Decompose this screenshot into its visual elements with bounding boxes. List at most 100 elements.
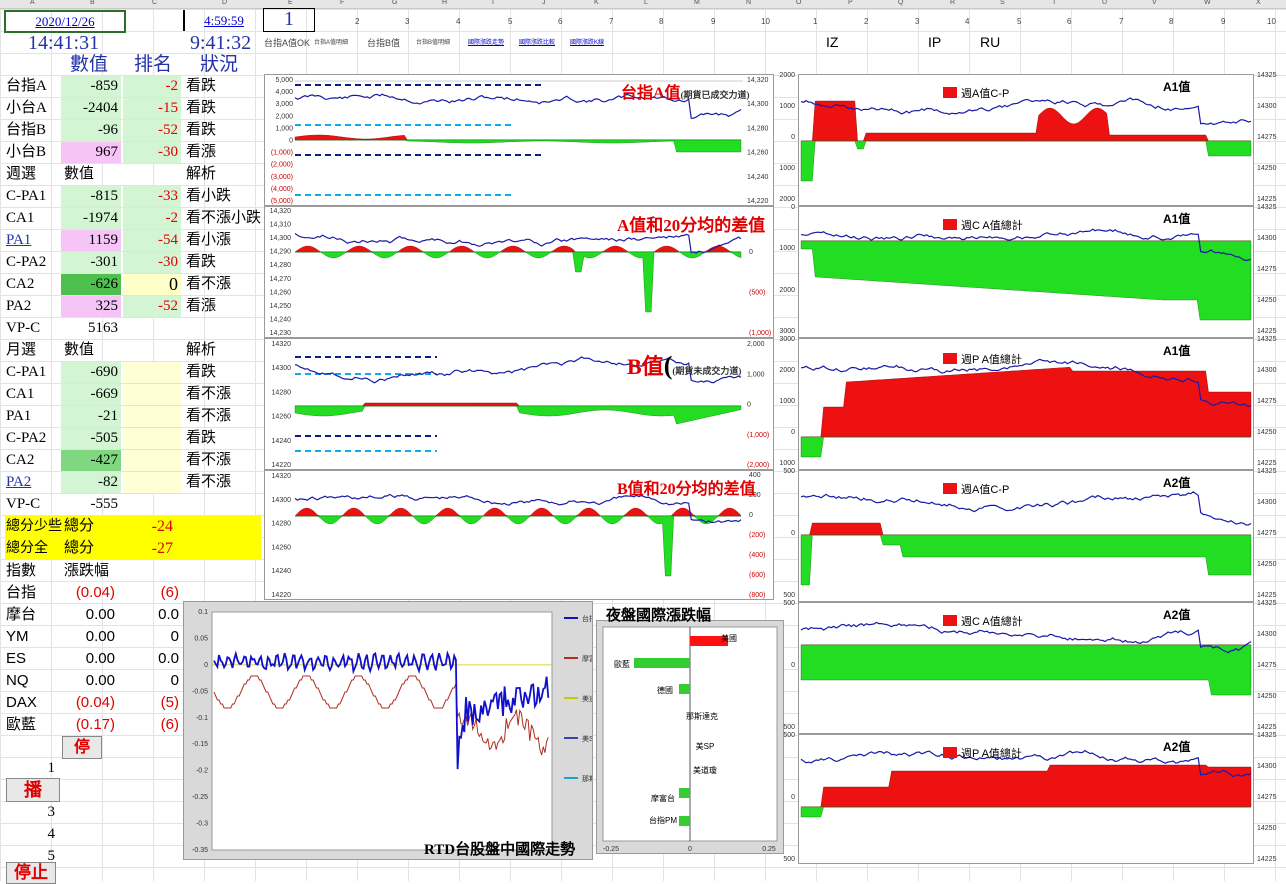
right-tick: 14325: [1257, 204, 1277, 211]
legend-swatch: [943, 87, 957, 98]
intl-header-index: 指數: [6, 562, 37, 579]
weekly-rank: 0: [123, 274, 181, 295]
monthly-value[interactable]: -82: [61, 472, 121, 493]
sheet-tab-6[interactable]: 國際漲跌K線: [570, 33, 626, 54]
col-letter-h[interactable]: H: [442, 0, 447, 6]
b-value-area-negative: [294, 405, 742, 425]
weekly-value[interactable]: -301: [61, 252, 121, 273]
row1-num: 6: [558, 17, 563, 26]
sheet-tab-2[interactable]: 台指B值: [367, 33, 415, 54]
sheet-tab-3[interactable]: 台指B值明細: [416, 33, 466, 54]
intl-name: YM: [6, 628, 29, 645]
weekly-value[interactable]: -815: [61, 186, 121, 207]
left-tick: 14,310: [270, 222, 292, 229]
col-letter-q[interactable]: Q: [898, 0, 903, 6]
right-chart-right-axis: 14325 14300 14275 14250 14225: [1257, 72, 1285, 205]
sheet-tab-4[interactable]: 國際漲跌走勢: [468, 33, 518, 54]
monthly-header-1: 數值: [64, 342, 95, 358]
col-letter-p[interactable]: P: [848, 0, 853, 6]
col-letter-a[interactable]: A: [30, 0, 35, 6]
intl-pts: 0.0: [158, 606, 179, 623]
intl-name: NQ: [6, 672, 29, 689]
right-tick: 14,280: [747, 125, 769, 132]
col-letter-l[interactable]: L: [644, 0, 648, 6]
col-letter-e[interactable]: E: [288, 0, 293, 6]
sheet-tab-5[interactable]: 國際漲跌比較: [519, 33, 569, 54]
index-value[interactable]: 967: [61, 142, 121, 163]
col-letter-s[interactable]: S: [1000, 0, 1005, 6]
col-letter-o[interactable]: O: [796, 0, 801, 6]
index-value[interactable]: -96: [61, 120, 121, 141]
col-letter-b[interactable]: B: [90, 0, 95, 6]
monthly-header-0: 月選: [6, 342, 37, 358]
col-letter-v[interactable]: V: [1152, 0, 1157, 6]
weekly-value[interactable]: 5163: [61, 318, 121, 339]
left-tick: 14260: [272, 544, 292, 551]
intl-pts: 0: [170, 672, 179, 689]
col-letter-k[interactable]: K: [594, 0, 599, 6]
right-area-positive: [801, 366, 1252, 438]
left-tick: 14,280: [270, 262, 292, 269]
weekly-name: PA1: [6, 232, 32, 248]
right-tick: 14300: [1257, 367, 1277, 374]
right-legend: 週C A值總計: [961, 614, 1023, 628]
left-tick: 1000: [779, 165, 795, 172]
right-chart-left-axis: 500 0 500: [773, 600, 795, 733]
col-letter-u[interactable]: U: [1102, 0, 1107, 6]
right-chart-4: 週C A值總計 A2值 500 0 500 14325 14300 14275 14250 142…: [783, 600, 1276, 734]
col-letter-i[interactable]: I: [492, 0, 494, 6]
index-value[interactable]: -2404: [61, 98, 121, 119]
time-link[interactable]: 4:59:59: [183, 10, 263, 31]
weekly-value[interactable]: 1159: [61, 230, 121, 251]
selector-cell[interactable]: 1: [263, 8, 315, 32]
night-label: 德國: [657, 685, 673, 695]
weekly-status: 看不漲小跌: [186, 210, 262, 226]
chart-a-diff-title: A值和20分均的差值: [617, 216, 766, 235]
sheet-tab-1[interactable]: 台指A值明細: [314, 33, 366, 54]
index-value[interactable]: -859: [61, 76, 121, 97]
monthly-value[interactable]: -690: [61, 362, 121, 383]
date-cell[interactable]: 2020/12/26: [4, 10, 126, 33]
right-chart-3: 週A值C-P A2值 500 0 500 14325 14300 14275 14250 1422…: [783, 468, 1276, 602]
stop-button[interactable]: 停: [62, 736, 102, 759]
weekly-rank: -52: [123, 296, 181, 317]
col-letter-t[interactable]: T: [1052, 0, 1056, 6]
col-letter-r[interactable]: R: [950, 0, 955, 6]
monthly-header-2: 解析: [186, 342, 217, 358]
weekly-value[interactable]: -626: [61, 274, 121, 295]
monthly-value[interactable]: -669: [61, 384, 121, 405]
y-tick: -0.35: [192, 847, 208, 854]
sheet-tab-0[interactable]: 台指A值OK: [264, 33, 314, 54]
step-5: 5: [47, 848, 56, 864]
monthly-rank: [123, 362, 181, 383]
row1-num: 7: [609, 17, 614, 26]
row1-num: 5: [508, 17, 513, 26]
night-label: 美國: [721, 633, 737, 643]
a-value-area-positive: [294, 134, 741, 141]
col-letter-m[interactable]: M: [694, 0, 700, 6]
col-letter-x[interactable]: X: [1256, 0, 1261, 6]
col-letter-d[interactable]: D: [222, 0, 227, 6]
col-letter-f[interactable]: F: [340, 0, 344, 6]
weekly-value[interactable]: -1974: [61, 208, 121, 229]
weekly-value[interactable]: 325: [61, 296, 121, 317]
col-letter-j[interactable]: J: [542, 0, 546, 6]
right-tick: (2,000): [747, 462, 769, 469]
monthly-value[interactable]: -555: [61, 494, 121, 515]
monthly-value[interactable]: -427: [61, 450, 121, 471]
row1-num: 8: [659, 17, 664, 26]
monthly-value[interactable]: -21: [61, 406, 121, 427]
monthly-name: CA1: [6, 386, 35, 402]
play-button[interactable]: 播: [6, 778, 60, 802]
weekly-status: 看漲: [186, 298, 217, 314]
col-letter-n[interactable]: N: [746, 0, 751, 6]
col-letter-w[interactable]: W: [1204, 0, 1211, 6]
right-chart-right-axis: 14325 14300 14275 14250 14225: [1257, 732, 1285, 865]
index-status: 看跌: [186, 122, 217, 138]
col-letter-g[interactable]: G: [392, 0, 397, 6]
step-4: 4: [47, 826, 56, 842]
left-tick: 14280: [272, 389, 292, 396]
col-letter-c[interactable]: C: [152, 0, 157, 6]
monthly-value[interactable]: -505: [61, 428, 121, 449]
right-tick: 0: [747, 402, 751, 409]
